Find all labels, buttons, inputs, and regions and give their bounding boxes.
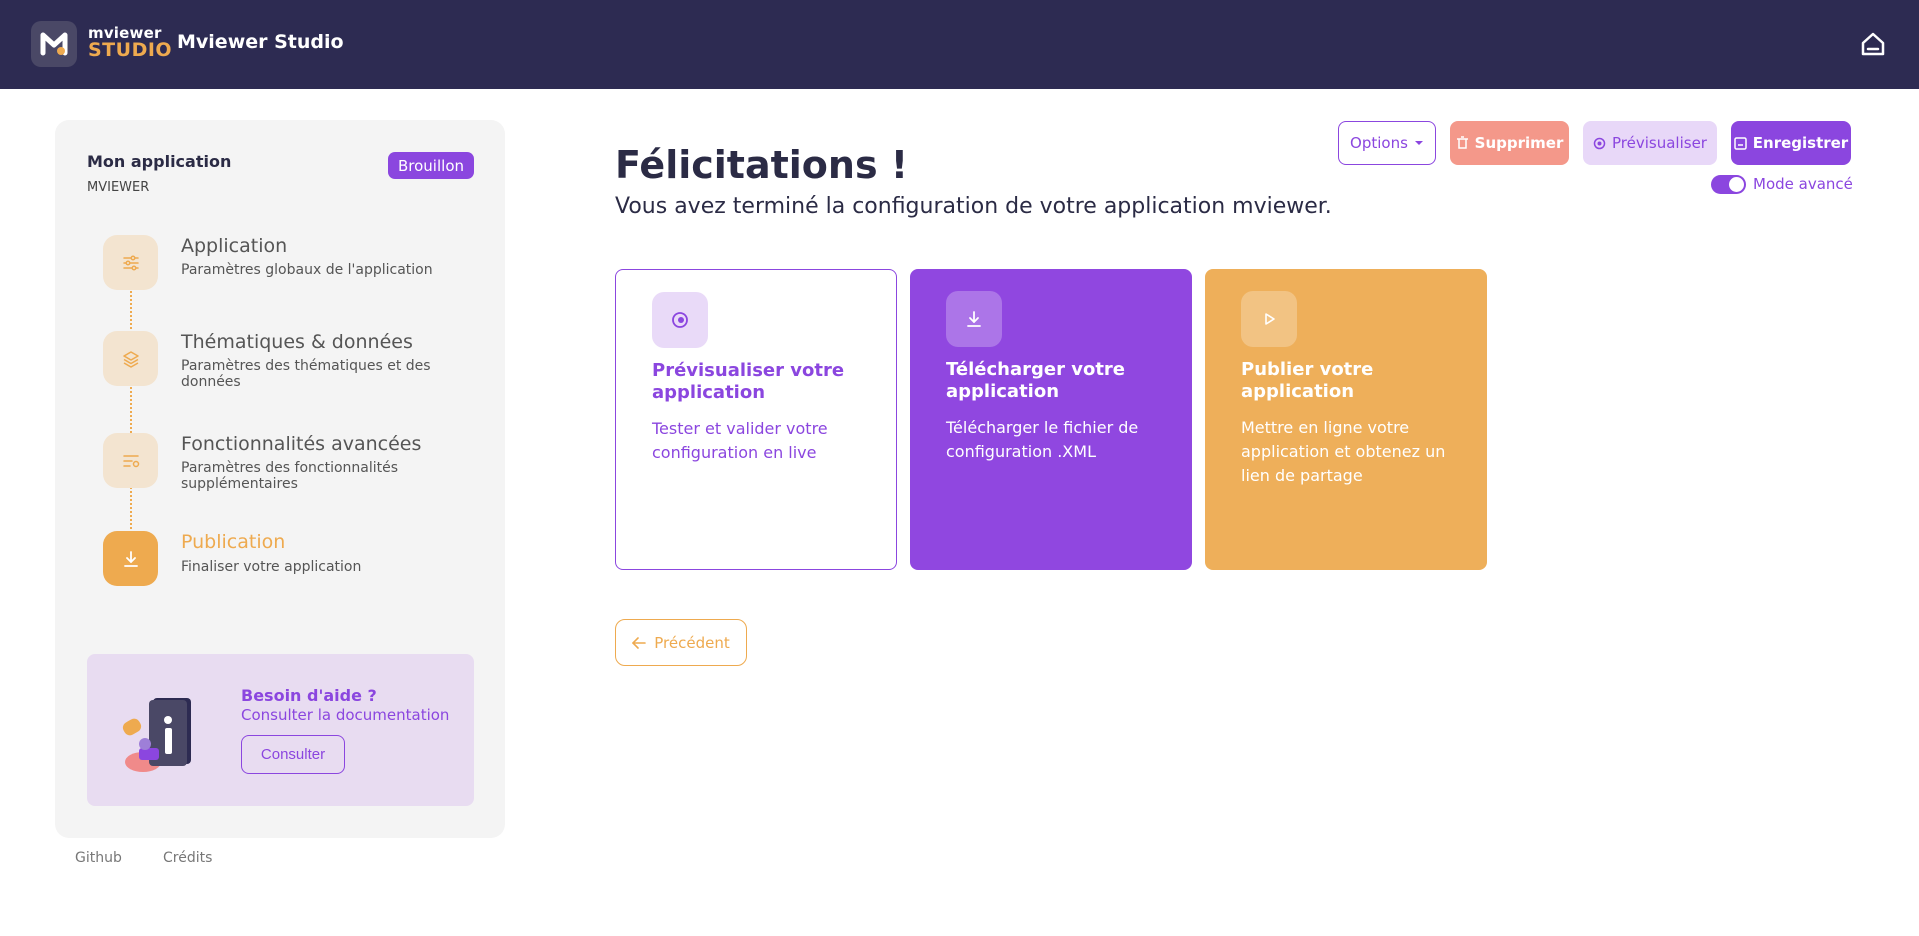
arrow-left-icon [632,636,647,649]
step-application[interactable]: Application Paramètres globaux de l'appl… [103,235,483,295]
help-title: Besoin d'aide ? [241,686,377,705]
step-title: Fonctionnalités avancées [181,433,422,455]
project-type: MVIEWER [87,180,150,195]
preview-card[interactable]: Prévisualiser votre application Tester e… [615,269,897,570]
preview-button[interactable]: Prévisualiser [1583,121,1717,165]
previous-button[interactable]: Précédent [615,619,747,666]
project-name: Mon application [87,152,232,171]
step-title: Thématiques & données [181,331,413,353]
layers-icon [103,331,158,386]
steps-connector [130,280,132,560]
sliders-icon [103,235,158,290]
top-bar: mviewer STUDIO Mviewer Studio [0,0,1919,89]
logo-icon[interactable] [31,21,77,67]
step-desc: Paramètres globaux de l'application [181,262,433,278]
card-title: Prévisualiser votre application [652,360,845,403]
card-title: Télécharger votre application [946,359,1126,402]
help-box: Besoin d'aide ? Consulter la documentati… [87,654,474,806]
download-card[interactable]: Télécharger votre application Télécharge… [910,269,1192,570]
app-title: Mviewer Studio [177,31,344,53]
step-title: Application [181,235,288,257]
logo-text-bottom: STUDIO [88,39,173,61]
advanced-mode-label: Mode avancé [1753,175,1853,193]
play-icon [1241,291,1297,347]
trash-icon [1456,136,1468,149]
home-icon [1861,32,1885,56]
card-desc: Mettre en ligne votre application et obt… [1241,418,1446,485]
help-subtitle: Consulter la documentation [241,706,450,724]
download-icon [103,531,158,586]
step-fonctionnalites[interactable]: Fonctionnalités avancées Paramètres des … [103,433,483,493]
home-button[interactable] [1858,29,1888,59]
help-illustration [115,692,205,782]
eye-icon [652,292,708,348]
consult-button[interactable]: Consulter [241,735,345,774]
toggle-knob [1729,177,1744,192]
sidebar: Mon application MVIEWER Brouillon Applic… [55,120,505,838]
page-subtitle: Vous avez terminé la configuration de vo… [615,194,1332,219]
download-icon [946,291,1002,347]
caret-down-icon [1414,141,1423,145]
previous-label: Précédent [654,633,730,652]
delete-button[interactable]: Supprimer [1450,121,1569,165]
eye-icon [1593,137,1606,149]
step-desc: Paramètres des fonctionnalités supplémen… [181,460,399,492]
save-button[interactable]: Enregistrer [1731,121,1851,165]
page-title: Félicitations ! [615,143,909,187]
save-label: Enregistrer [1752,134,1849,152]
step-desc: Finaliser votre application [181,559,362,575]
preview-label: Prévisualiser [1612,134,1707,152]
options-label: Options [1350,134,1408,152]
advanced-settings-icon [103,433,158,488]
step-thematiques[interactable]: Thématiques & données Paramètres des thé… [103,331,483,391]
card-desc: Télécharger le fichier de configuration … [946,418,1139,461]
credits-link[interactable]: Crédits [163,850,212,866]
github-link[interactable]: Github [75,850,122,866]
save-icon [1734,136,1747,150]
status-badge: Brouillon [388,152,474,179]
card-desc: Tester et valider votre configuration en… [652,419,828,462]
step-desc: Paramètres des thématiques et des donnée… [181,358,431,390]
publish-card[interactable]: Publier votre application Mettre en lign… [1205,269,1487,570]
step-title: Publication [181,531,286,553]
step-publication[interactable]: Publication Finaliser votre application [103,531,483,591]
card-title: Publier votre application [1241,359,1374,402]
advanced-mode-toggle[interactable] [1711,175,1746,194]
delete-label: Supprimer [1474,134,1564,152]
options-dropdown[interactable]: Options [1338,121,1436,165]
